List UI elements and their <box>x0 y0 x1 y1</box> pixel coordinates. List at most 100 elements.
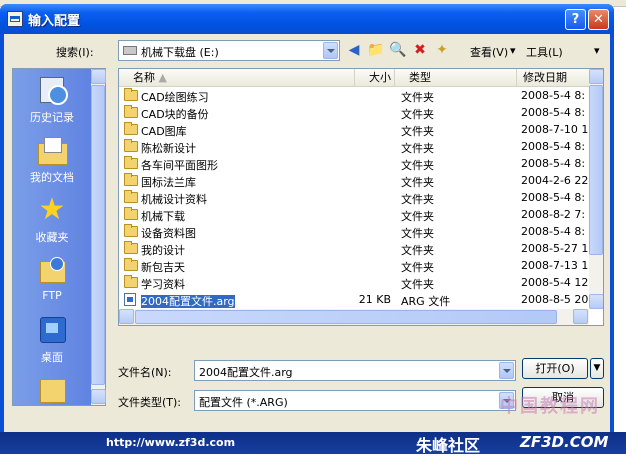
chevron-down-icon[interactable] <box>323 42 338 59</box>
file-date-text: 2008-7-13 1 <box>521 259 589 272</box>
back-icon[interactable]: ◀ <box>344 40 364 60</box>
file-name-text: 国标法兰库 <box>141 176 196 189</box>
scroll-up-icon[interactable] <box>91 69 106 84</box>
file-date: 2008-5-4 8: <box>521 225 589 238</box>
hscroll-thumb[interactable] <box>135 310 557 324</box>
chevron-down-icon[interactable] <box>499 362 514 379</box>
file-type-text: 文件夹 <box>401 227 434 240</box>
file-date-text: 2008-8-2 7: <box>521 208 586 221</box>
scroll-up-icon[interactable] <box>589 69 603 84</box>
desktop-icon <box>36 315 68 345</box>
file-type-text: 文件夹 <box>401 125 434 138</box>
open-button[interactable]: 打开(O) <box>522 358 588 379</box>
file-icon <box>124 293 136 306</box>
place-ftp[interactable]: FTP <box>13 255 91 302</box>
file-size-text: 21 KB <box>358 293 391 306</box>
file-date: 2008-8-2 7: <box>521 208 589 221</box>
file-row[interactable]: 新包吉天 文件夹 2008-7-13 1 <box>119 257 589 274</box>
file-date: 2008-5-4 8: <box>521 140 589 153</box>
place-my-documents[interactable]: 我的文档 <box>13 135 91 185</box>
file-type-label: 文件类型(T): <box>118 396 182 409</box>
places-scrollbar[interactable] <box>91 69 106 405</box>
place-label: 历史记录 <box>30 111 74 124</box>
folder-icon <box>124 156 138 169</box>
file-name-field[interactable]: 2004配置文件.arg <box>194 360 516 381</box>
file-row[interactable]: 2004配置文件.arg 21 KB ARG 文件 2008-8-5 20 <box>119 291 589 308</box>
file-type-text: 文件夹 <box>401 261 434 274</box>
place-label: 桌面 <box>41 351 63 364</box>
up-folder-icon[interactable]: 📁 <box>366 40 386 60</box>
file-row[interactable]: 机械下载 文件夹 2008-8-2 7: <box>119 206 589 223</box>
file-name: 机械下载 <box>141 208 353 224</box>
file-row[interactable]: CAD图库 文件夹 2008-7-10 1 <box>119 121 589 138</box>
file-row[interactable]: 各车间平面图形 文件夹 2008-5-4 8: <box>119 155 589 172</box>
new-folder-icon[interactable]: ✦ <box>432 40 452 60</box>
place-more[interactable] <box>13 373 91 407</box>
file-name: 设备资料图 <box>141 225 353 241</box>
file-type: 文件夹 <box>401 89 511 105</box>
file-name: CAD绘图练习 <box>141 89 353 105</box>
close-button[interactable]: ✕ <box>588 9 609 30</box>
file-row[interactable]: CAD绘图练习 文件夹 2008-5-4 8: <box>119 87 589 104</box>
column-size[interactable]: 大小 <box>355 69 395 87</box>
file-row[interactable]: 国标法兰库 文件夹 2004-2-6 22 <box>119 172 589 189</box>
folder-icon <box>36 373 68 403</box>
scroll-down-icon[interactable] <box>589 294 603 309</box>
scroll-down-icon[interactable] <box>91 389 106 404</box>
list-horizontal-scrollbar[interactable] <box>119 309 589 325</box>
file-name: 国标法兰库 <box>141 174 353 190</box>
folder-icon <box>124 258 138 271</box>
place-label: 我的文档 <box>30 171 74 184</box>
file-date-text: 2008-5-4 8: <box>521 89 586 102</box>
file-name-text: 学习资料 <box>141 278 185 291</box>
input-config-dialog: 输入配置 ? ✕ 搜索(I): 机械下载盘 (E:) ◀ 📁 🔍 ✖ ✦ 查看(… <box>0 4 614 432</box>
place-favorites[interactable]: ★ 收藏夹 <box>13 195 91 245</box>
search-icon[interactable]: 🔍 <box>388 40 408 60</box>
place-label: FTP <box>42 289 62 302</box>
list-vertical-scrollbar[interactable] <box>589 69 603 309</box>
file-type-text: 文件夹 <box>401 176 434 189</box>
look-in-value: 机械下载盘 (E:) <box>141 46 219 59</box>
place-desktop[interactable]: 桌面 <box>13 315 91 365</box>
file-row[interactable]: 我的设计 文件夹 2008-5-27 1 <box>119 240 589 257</box>
file-row[interactable]: 陈松新设计 文件夹 2008-5-4 8: <box>119 138 589 155</box>
view-menu[interactable]: 查看(V) <box>470 44 508 60</box>
scroll-right-icon[interactable] <box>573 309 588 324</box>
file-type-text: 文件夹 <box>401 278 434 291</box>
tools-dropdown-icon[interactable]: ▾ <box>594 44 600 57</box>
file-type-combo[interactable]: 配置文件 (*.ARG) <box>194 390 516 411</box>
title-bar[interactable]: 输入配置 ? ✕ <box>0 4 614 34</box>
file-row[interactable]: 设备资料图 文件夹 2008-5-4 8: <box>119 223 589 240</box>
column-type[interactable]: 类型 <box>395 69 517 87</box>
open-options-button[interactable]: ▼ <box>590 358 604 379</box>
file-date-text: 2008-5-4 8: <box>521 106 586 119</box>
my-documents-icon <box>36 135 68 165</box>
file-type: 文件夹 <box>401 242 511 258</box>
tools-menu[interactable]: 工具(L) <box>526 44 563 60</box>
help-button[interactable]: ? <box>565 9 586 30</box>
file-type: 文件夹 <box>401 259 511 275</box>
file-name-text: 2004配置文件.arg <box>141 295 235 308</box>
places-bar: 历史记录 我的文档 ★ 收藏夹 FTP 桌面 <box>12 68 106 406</box>
file-name-text: CAD图库 <box>141 125 187 138</box>
file-name-text: CAD块的备份 <box>141 108 209 121</box>
file-row[interactable]: CAD块的备份 文件夹 2008-5-4 8: <box>119 104 589 121</box>
delete-icon[interactable]: ✖ <box>410 40 430 60</box>
file-name: 各车间平面图形 <box>141 157 353 173</box>
scroll-left-icon[interactable] <box>119 309 134 324</box>
file-name: 2004配置文件.arg <box>141 293 353 309</box>
file-type-value: 配置文件 (*.ARG) <box>199 396 288 409</box>
file-date-text: 2008-5-4 12 <box>521 276 589 289</box>
scroll-thumb[interactable] <box>91 85 105 385</box>
place-history[interactable]: 历史记录 <box>13 75 91 125</box>
file-row[interactable]: 学习资料 文件夹 2008-5-4 12 <box>119 274 589 291</box>
column-name[interactable]: 名称 ▲ <box>119 69 355 87</box>
look-in-combo[interactable]: 机械下载盘 (E:) <box>118 40 340 61</box>
folder-icon <box>124 224 138 237</box>
file-date-text: 2004-2-6 22 <box>521 174 589 187</box>
file-row[interactable]: 机械设计资料 文件夹 2008-5-4 8: <box>119 189 589 206</box>
view-dropdown-icon[interactable]: ▾ <box>510 44 516 57</box>
scroll-thumb[interactable] <box>589 85 603 255</box>
file-name-text: 设备资料图 <box>141 227 196 240</box>
dialog-icon <box>7 11 23 27</box>
